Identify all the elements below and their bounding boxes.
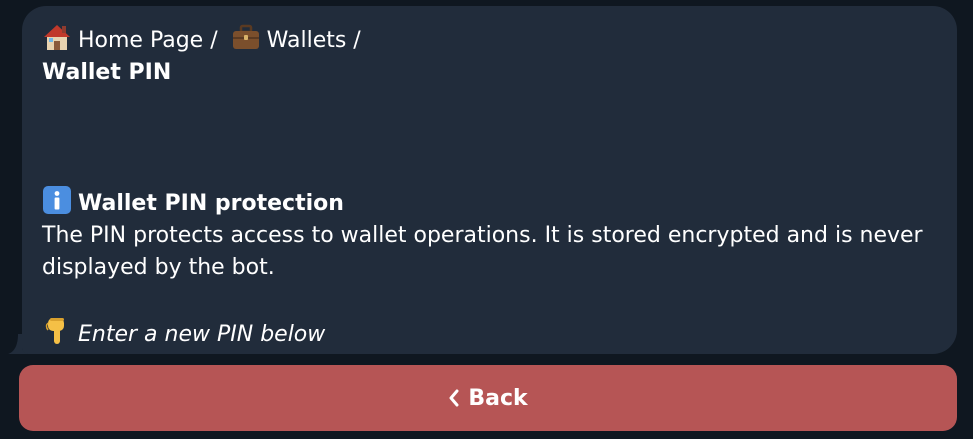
pointing-down-icon: [45, 318, 64, 344]
info-heading: Wallet PIN protection: [78, 191, 344, 216]
prompt-row: Enter a new PIN below: [42, 316, 937, 351]
chat-view: Home Page / Wallets / Wallet PIN Wallet …: [0, 0, 973, 439]
house-icon: [44, 25, 70, 50]
prompt-text: Enter a new PIN below: [78, 322, 326, 347]
info-body: The PIN protects access to wallet operat…: [42, 223, 923, 280]
back-button-label: Back: [468, 385, 528, 411]
page-title: Wallet PIN: [42, 60, 172, 85]
bot-message: Home Page / Wallets / Wallet PIN Wallet …: [22, 6, 957, 354]
breadcrumb: Home Page / Wallets /: [42, 22, 937, 57]
back-button[interactable]: Back: [19, 365, 957, 431]
info-icon: [43, 186, 71, 214]
chevron-left-icon: [449, 389, 459, 407]
breadcrumb-wallets-link[interactable]: Wallets /: [267, 28, 361, 53]
briefcase-icon: [232, 24, 259, 49]
info-heading-row: Wallet PIN protection: [42, 185, 937, 220]
breadcrumb-home-link[interactable]: Home Page /: [78, 28, 218, 53]
